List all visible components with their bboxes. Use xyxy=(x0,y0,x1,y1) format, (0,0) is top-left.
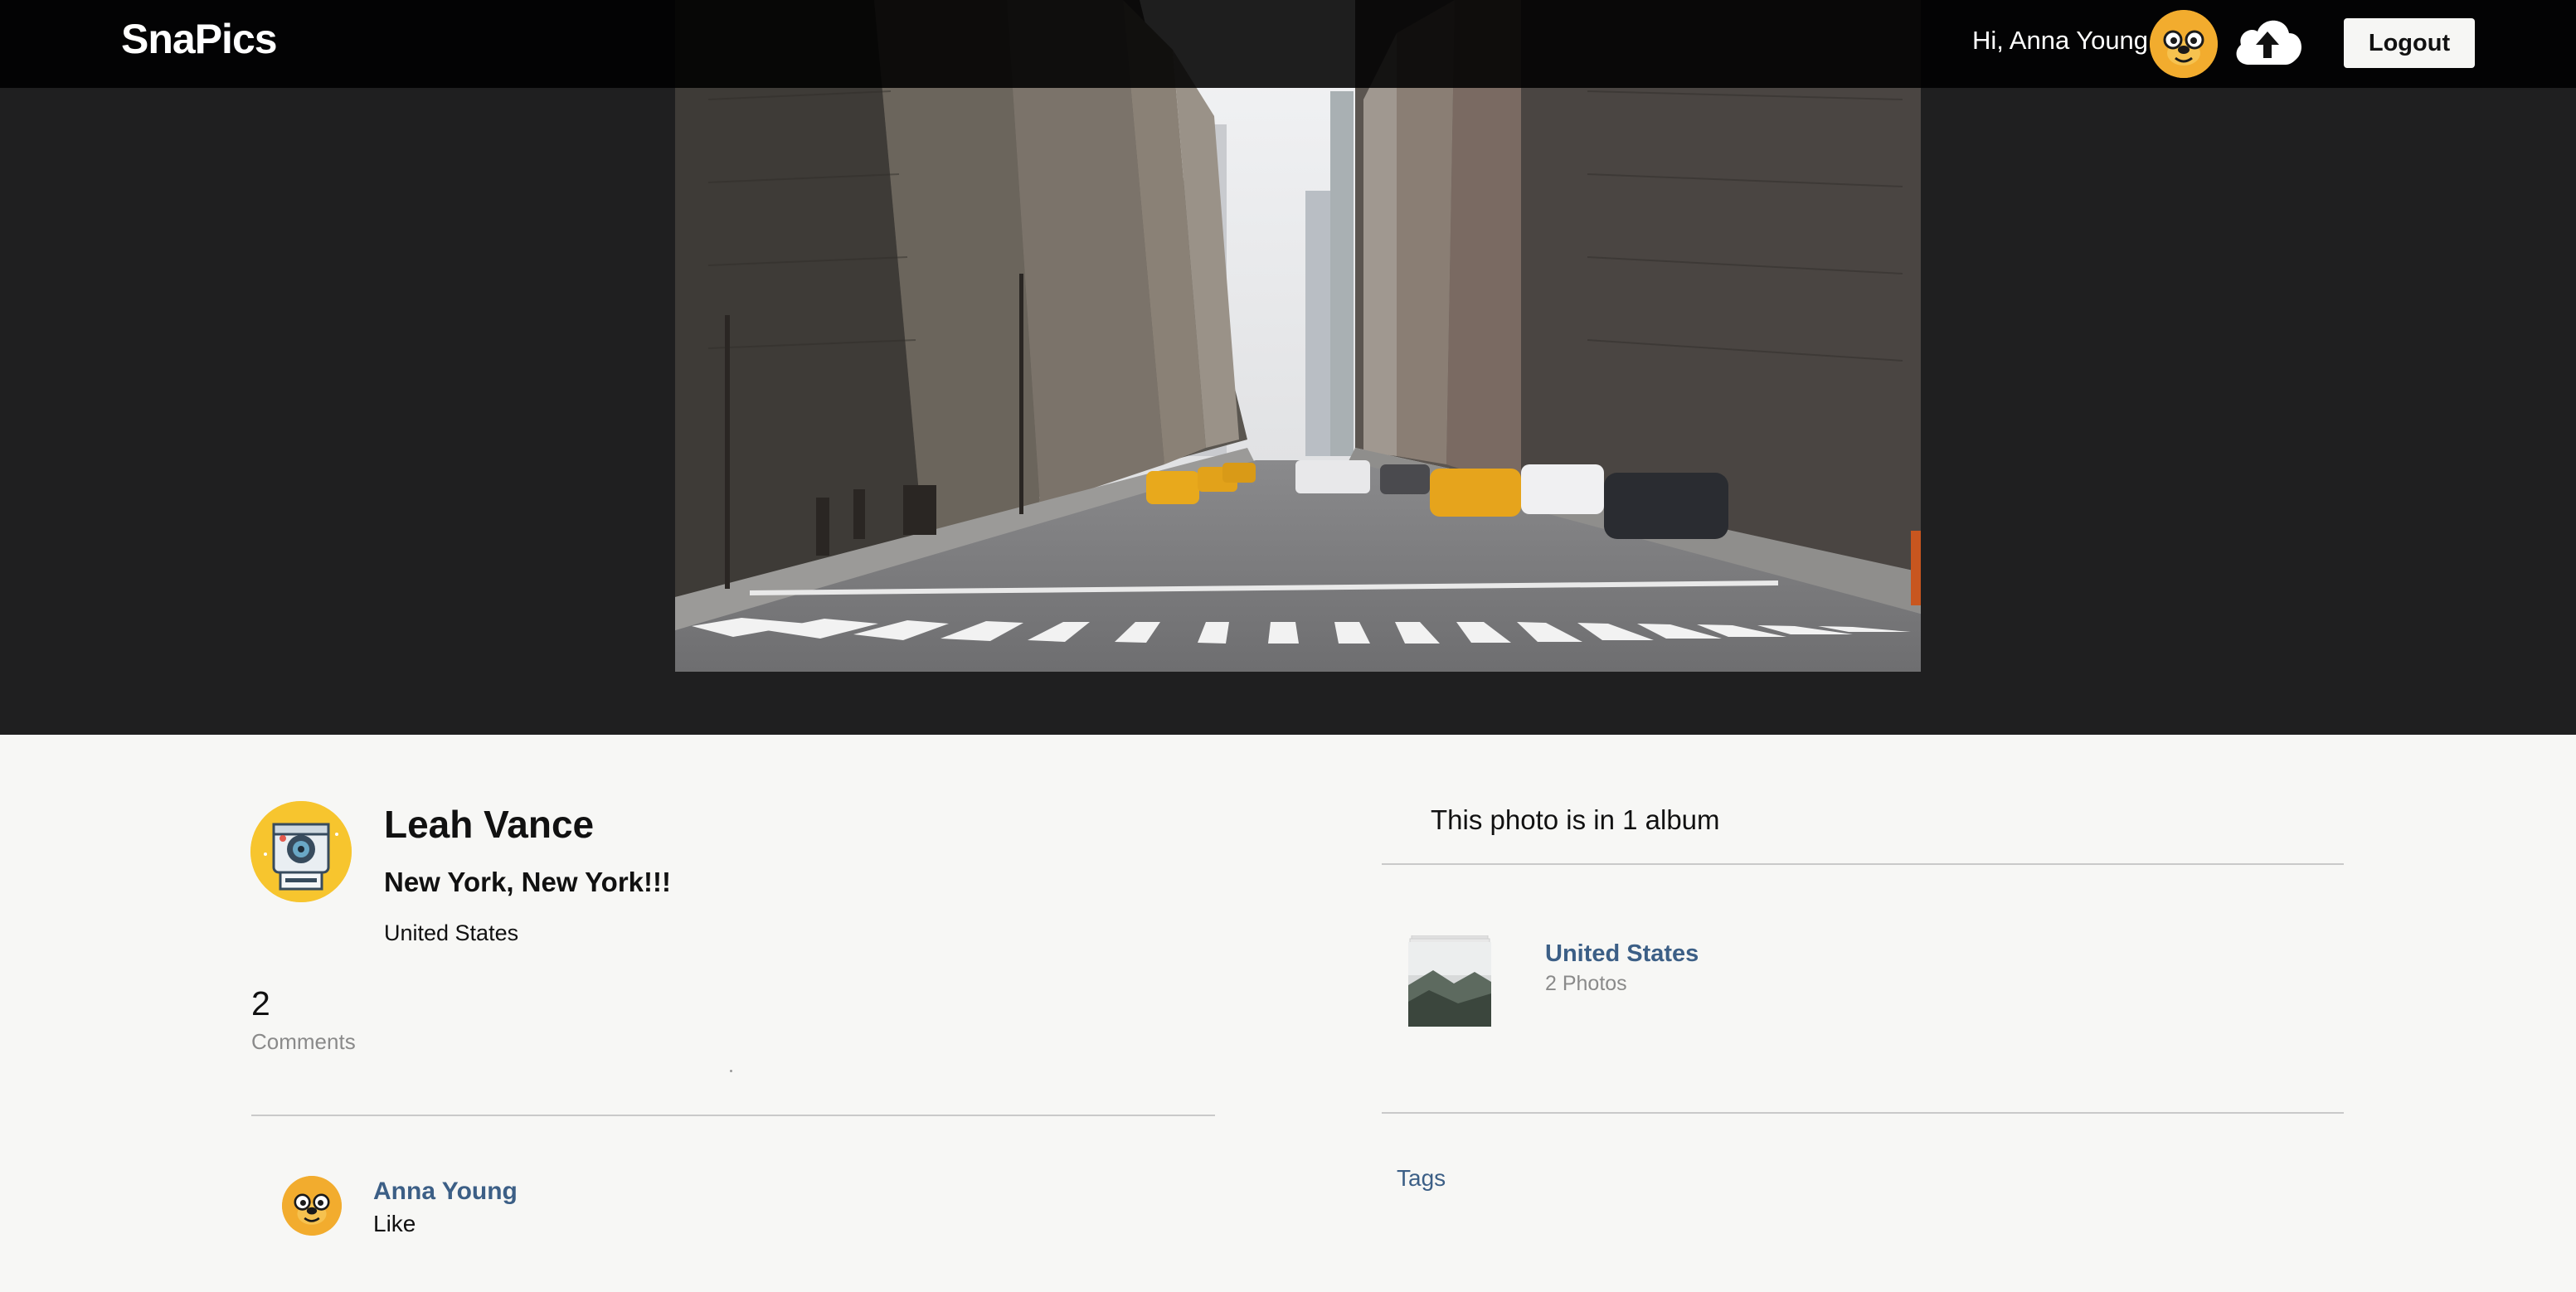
photo-author-name[interactable]: Leah Vance xyxy=(384,802,594,847)
cloud-upload-icon[interactable] xyxy=(2231,12,2304,71)
albums-heading: This photo is in 1 album xyxy=(1431,804,1720,835)
albums-divider-top xyxy=(1382,863,2344,865)
logout-button[interactable]: Logout xyxy=(2344,18,2475,68)
album-thumbnail[interactable] xyxy=(1408,935,1491,1027)
commenter-avatar-icon[interactable] xyxy=(282,1176,342,1236)
tags-label: Tags xyxy=(1397,1165,1446,1191)
comment-text: Like xyxy=(373,1211,416,1236)
top-navbar: SnaPics Hi, Anna Young Logout xyxy=(0,0,2576,88)
photo-title: New York, New York!!! xyxy=(384,867,671,897)
comments-count: 2 xyxy=(251,984,270,1022)
author-avatar-camera-icon[interactable] xyxy=(250,801,352,902)
albums-divider-bottom xyxy=(1382,1112,2344,1114)
jake-dog-avatar-icon[interactable] xyxy=(2150,10,2218,78)
comments-divider xyxy=(251,1115,1215,1116)
divider-dot xyxy=(730,1070,732,1072)
photo-location: United States xyxy=(384,920,519,945)
main-photo xyxy=(675,0,1921,672)
album-photo-count: 2 Photos xyxy=(1545,972,1627,995)
hero-section xyxy=(0,0,2576,735)
comment-author-link[interactable]: Anna Young xyxy=(373,1178,518,1206)
user-greeting: Hi, Anna Young xyxy=(1972,26,2149,55)
comments-label: Comments xyxy=(251,1029,356,1054)
album-name-link[interactable]: United States xyxy=(1545,940,1699,968)
app-logo[interactable]: SnaPics xyxy=(121,15,278,63)
